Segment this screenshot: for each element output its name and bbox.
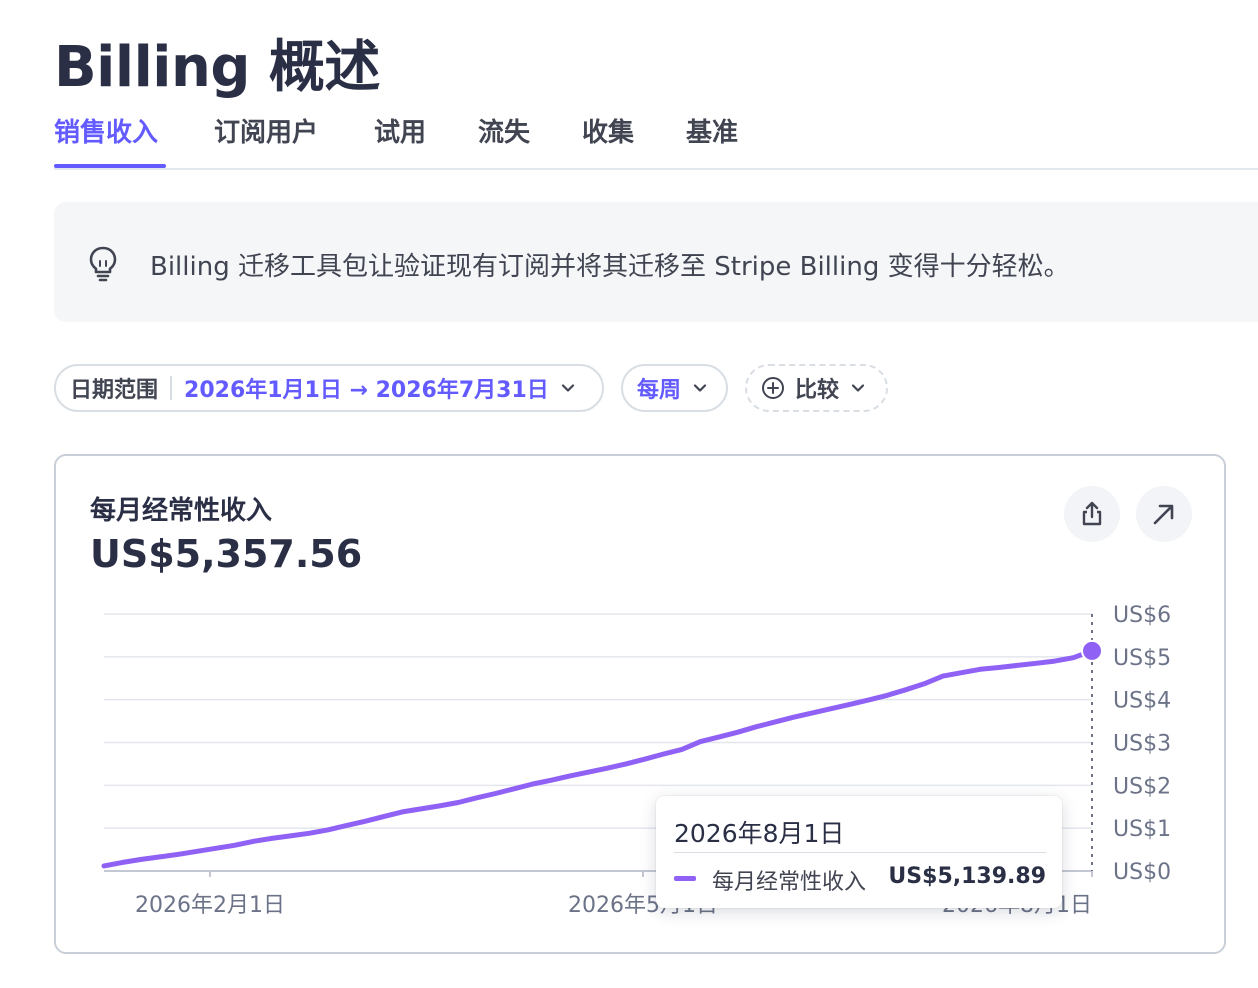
pill-divider bbox=[170, 376, 173, 400]
tab-sales-revenue[interactable]: 销售收入 bbox=[54, 112, 158, 149]
chevron-down-icon bbox=[851, 384, 865, 392]
tooltip-series-swatch bbox=[674, 876, 696, 881]
date-range-value: 2026年1月1日 → 2026年7月31日 bbox=[184, 378, 549, 403]
expand-button[interactable] bbox=[1136, 486, 1192, 542]
date-range-filter[interactable]: 日期范围 2026年1月1日 → 2026年7月31日 bbox=[54, 364, 604, 412]
interval-value: 每周 bbox=[637, 378, 682, 403]
chevron-down-icon bbox=[693, 384, 707, 392]
tooltip-series-value: US$5,139.89 bbox=[888, 864, 1046, 889]
tooltip-date: 2026年8月1日 bbox=[674, 819, 845, 848]
tab-trials[interactable]: 试用 bbox=[374, 112, 426, 149]
tab-collections[interactable]: 收集 bbox=[582, 112, 634, 149]
arrow-up-right-icon bbox=[1153, 504, 1174, 525]
tooltip-series-name: 每月经常性收入 bbox=[712, 870, 867, 895]
chevron-down-icon bbox=[561, 384, 574, 392]
card-value: US$5,357.56 bbox=[90, 532, 363, 576]
tab-subscribers[interactable]: 订阅用户 bbox=[214, 112, 318, 149]
migration-banner: Billing 迁移工具包让验证现有订阅并将其迁移至 Stripe Billin… bbox=[54, 202, 1258, 322]
compare-button[interactable]: 比较 bbox=[745, 364, 888, 412]
interval-filter[interactable]: 每周 bbox=[621, 364, 728, 412]
share-export-icon bbox=[1082, 501, 1102, 526]
banner-text: Billing 迁移工具包让验证现有订阅并将其迁移至 Stripe Billin… bbox=[150, 252, 1070, 282]
chart-tooltip: 2026年8月1日 每月经常性收入 US$5,139.89 bbox=[656, 796, 1062, 908]
plus-circle-icon bbox=[762, 377, 784, 399]
tab-benchmarks[interactable]: 基准 bbox=[686, 112, 738, 149]
card-title: 每月经常性收入 bbox=[90, 496, 273, 526]
lightbulb-icon bbox=[89, 246, 117, 282]
tab-bar: 销售收入 订阅用户 试用 流失 收集 基准 bbox=[54, 96, 1258, 170]
tooltip-divider bbox=[674, 852, 1046, 853]
page-title: Billing 概述 bbox=[54, 35, 380, 100]
tab-churn[interactable]: 流失 bbox=[478, 112, 530, 149]
date-range-label: 日期范围 bbox=[70, 378, 159, 403]
export-button[interactable] bbox=[1064, 486, 1120, 542]
active-tab-indicator bbox=[54, 164, 166, 168]
compare-label: 比较 bbox=[795, 378, 840, 403]
